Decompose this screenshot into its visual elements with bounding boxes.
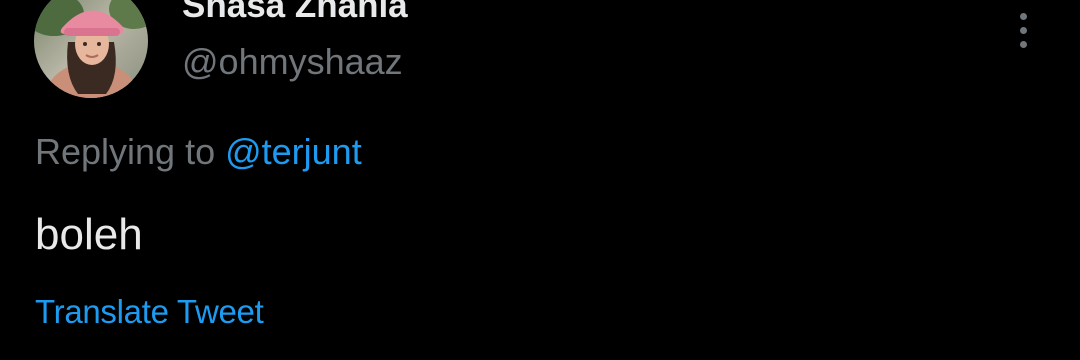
reply-mention-link[interactable]: @terjunt: [225, 131, 362, 172]
avatar-image: [34, 0, 148, 98]
replying-to: Replying to @terjunt: [35, 130, 362, 174]
tweet-text: boleh: [35, 210, 143, 259]
more-options-button[interactable]: [1006, 8, 1040, 52]
replying-to-prefix: Replying to: [35, 131, 226, 172]
translate-tweet-link[interactable]: Translate Tweet: [35, 292, 264, 332]
avatar[interactable]: [34, 0, 148, 98]
display-name[interactable]: Shasa Zhania: [182, 0, 408, 26]
tweet-card[interactable]: Shasa Zhania @ohmyshaaz Replying to @ter…: [0, 0, 1080, 360]
user-handle[interactable]: @ohmyshaaz: [182, 40, 403, 84]
more-vertical-icon: [1019, 12, 1027, 48]
